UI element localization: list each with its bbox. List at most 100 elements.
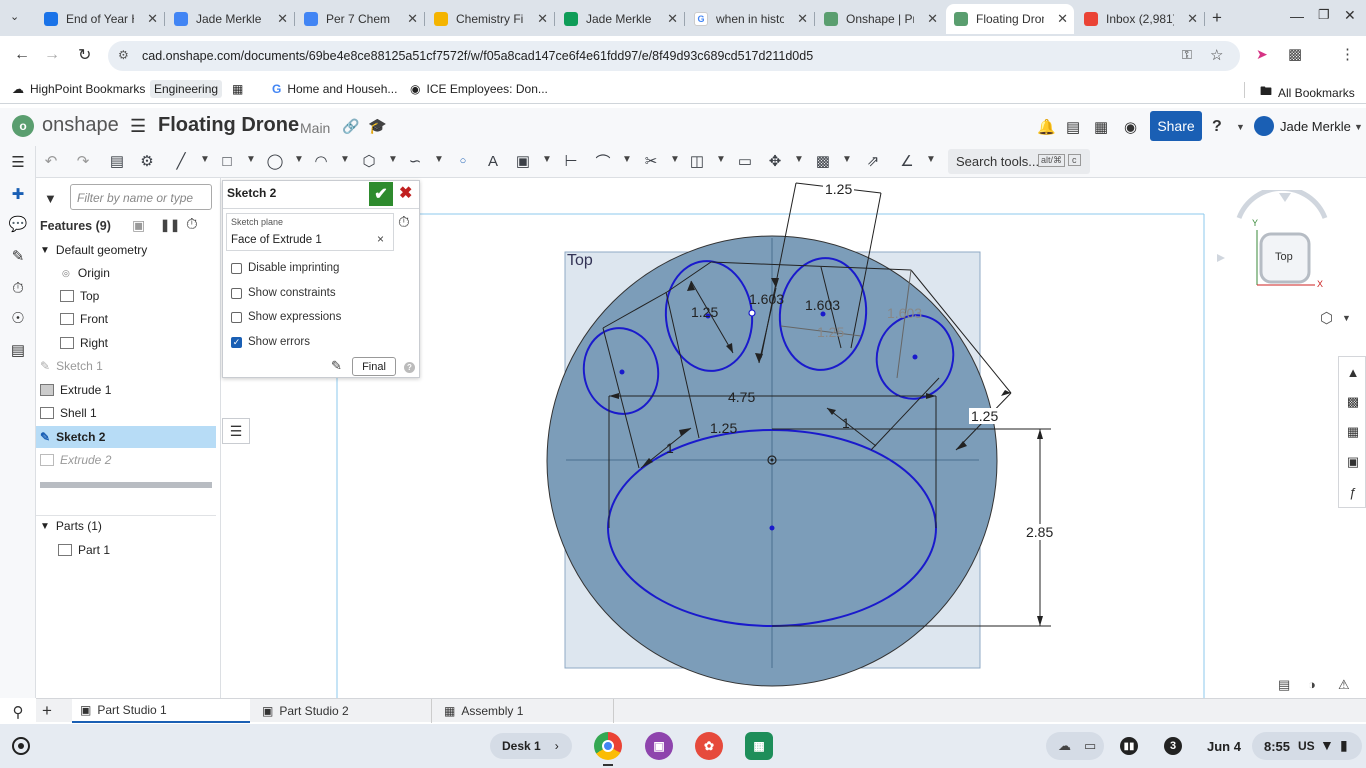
close-tab-icon[interactable]: ✕ — [927, 11, 938, 27]
close-window-icon[interactable]: ✕ — [1344, 7, 1356, 24]
extensions-puzzle-icon[interactable]: ▩ — [1288, 45, 1302, 63]
close-tab-icon[interactable]: ✕ — [407, 11, 418, 27]
feature-origin[interactable]: ◎ Origin — [62, 262, 242, 284]
collapse-chevron-icon[interactable]: ▼ — [40, 245, 50, 256]
dim-label[interactable]: 2.85 — [1024, 524, 1056, 540]
checkbox-box[interactable] — [231, 287, 242, 299]
offset-tool-icon[interactable]: ◫ — [686, 150, 708, 172]
classroom-app-icon[interactable]: ▦ — [745, 732, 773, 760]
tab-part-studio-1[interactable]: ▣ Part Studio 1 — [72, 699, 250, 723]
close-tab-icon[interactable]: ✕ — [537, 11, 548, 27]
onshape-logo-icon[interactable]: o — [12, 115, 34, 137]
constraint-dropdown-icon[interactable]: ▼ — [926, 154, 936, 165]
arc-tool-icon[interactable]: ◠ — [310, 150, 332, 172]
user-avatar-icon[interactable] — [1254, 116, 1274, 136]
arc-dropdown-icon[interactable]: ▼ — [340, 154, 350, 165]
copy-sketch-icon[interactable]: ▤ — [106, 150, 128, 172]
insert-icon[interactable]: ✚ — [8, 184, 28, 204]
tab-search-chevron-icon[interactable]: ⌄ — [10, 10, 19, 23]
dimension-tool-icon[interactable]: ⊢ — [560, 150, 582, 172]
undo-icon[interactable]: ↶ — [40, 150, 62, 172]
browser-tab[interactable]: Chemistry Fin ✕ — [426, 4, 554, 34]
launcher-button[interactable] — [12, 737, 30, 755]
feature-list-icon[interactable]: ☰ — [8, 152, 28, 172]
feature-shell-1[interactable]: Shell 1 — [40, 402, 220, 424]
address-bar[interactable]: ⚙ cad.onshape.com/documents/69be4e8ce881… — [108, 41, 1240, 71]
restore-icon[interactable]: ❐ — [1318, 7, 1330, 23]
fillet-dropdown-icon[interactable]: ▼ — [622, 154, 632, 165]
polygon-tool-icon[interactable]: ⬡ — [358, 150, 380, 172]
show-expressions-checkbox[interactable]: Show expressions — [231, 311, 341, 323]
checkbox-box[interactable] — [231, 262, 242, 274]
comments-icon[interactable]: 💬 — [8, 214, 28, 234]
checkbox-box-checked[interactable]: ✓ — [231, 336, 242, 348]
browser-tab[interactable]: Gwhen in histo ✕ — [686, 4, 814, 34]
final-button[interactable]: Final — [352, 357, 396, 376]
browser-tab[interactable]: Inbox (2,981) ✕ — [1076, 4, 1204, 34]
feature-default-geometry[interactable]: ▼ Default geometry — [40, 239, 220, 261]
bom-icon[interactable]: ▤ — [8, 340, 28, 360]
browser-tab[interactable]: End of Year H ✕ — [36, 4, 164, 34]
password-key-icon[interactable]: ⚿ — [1182, 47, 1192, 63]
bookmark-ice[interactable]: ◉ ICE Employees: Don... — [410, 82, 548, 96]
dim-label[interactable]: 1.25 — [710, 420, 737, 436]
new-tab-button[interactable]: + — [1212, 8, 1222, 28]
add-folder-icon[interactable]: ▣ — [132, 217, 145, 234]
notifications-bell-icon[interactable]: 🔔 — [1037, 118, 1056, 136]
branch-name[interactable]: Main — [300, 120, 330, 136]
section-view-icon[interactable]: ▤ — [1278, 677, 1290, 693]
reload-icon[interactable]: ↻ — [78, 45, 91, 65]
polygon-dropdown-icon[interactable]: ▼ — [388, 154, 398, 165]
transform-dropdown-icon[interactable]: ▼ — [794, 154, 804, 165]
user-menu-chevron-icon[interactable]: ▼ — [1354, 122, 1363, 132]
learning-center-icon[interactable]: ◉ — [1124, 118, 1137, 136]
browser-tab[interactable]: Jade Merkle - ✕ — [166, 4, 294, 34]
dim-label[interactable]: 1.603 — [805, 297, 840, 313]
spline-dropdown-icon[interactable]: ▼ — [434, 154, 444, 165]
mass-properties-icon[interactable]: ▩ — [1344, 393, 1362, 411]
hamburger-menu-icon[interactable]: ☰ — [130, 116, 146, 137]
date-display[interactable]: Jun 4 — [1207, 739, 1241, 754]
bookmark-engineering[interactable]: Engineering — [150, 80, 223, 98]
chrome-app-icon[interactable] — [594, 732, 622, 760]
measure-tool-icon[interactable]: ⚠ — [1338, 677, 1350, 693]
transform-tool-icon[interactable]: ✥ — [764, 150, 786, 172]
text-tool-icon[interactable]: A — [482, 150, 504, 172]
add-tab-icon[interactable]: + — [42, 701, 52, 721]
browser-tab[interactable]: Floating Dron ✕ — [946, 4, 1074, 34]
chrome-menu-icon[interactable]: ⋮ — [1340, 45, 1355, 63]
canvas-app-icon[interactable]: ✿ — [695, 732, 723, 760]
fillet-tool-icon[interactable]: ⌒ — [592, 150, 614, 172]
sketch-plane-field[interactable]: Sketch plane Face of Extrude 1 × — [226, 213, 394, 251]
url-text[interactable]: cad.onshape.com/documents/69be4e8ce88125… — [142, 49, 813, 63]
minimize-icon[interactable]: — — [1290, 8, 1304, 24]
feature-list-toggle-icon[interactable]: ☰ — [222, 418, 250, 444]
education-cap-icon[interactable]: 🎓 — [368, 117, 387, 135]
construction-tool-icon[interactable]: ▣ — [512, 150, 534, 172]
accept-check-button[interactable]: ✔ — [369, 182, 393, 206]
checkbox-box[interactable] — [231, 311, 242, 323]
sketch-inference-icon[interactable]: ✎ — [331, 358, 342, 374]
regen-timer-icon[interactable]: ⏱ — [186, 216, 198, 233]
disable-imprinting-checkbox[interactable]: Disable imprinting — [231, 262, 339, 274]
browser-tab[interactable]: Jade Merkle | ✕ — [556, 4, 684, 34]
help-question-icon[interactable]: ? — [404, 362, 415, 373]
cancel-x-button[interactable]: ✖ — [399, 183, 412, 203]
close-tab-icon[interactable]: ✕ — [1187, 11, 1198, 27]
spline-tool-icon[interactable]: ∽ — [404, 150, 426, 172]
bookmark-highpoint[interactable]: ☁ HighPoint Bookmarks — [12, 82, 145, 96]
rectangle-dropdown-icon[interactable]: ▼ — [246, 154, 256, 165]
close-tab-icon[interactable]: ✕ — [1057, 11, 1068, 27]
variables-icon[interactable]: ▣ — [1344, 453, 1362, 471]
dim-label[interactable]: 1.25 — [691, 304, 718, 320]
feature-right-plane[interactable]: Right — [60, 332, 240, 354]
browser-tab[interactable]: Onshape | Pr ✕ — [816, 4, 944, 34]
configurations-icon[interactable]: ▦ — [1344, 423, 1362, 441]
show-constraints-checkbox[interactable]: Show constraints — [231, 287, 336, 299]
history-icon[interactable]: ⏱ — [8, 278, 28, 298]
render-mode-icon[interactable]: ◑ — [1308, 677, 1316, 692]
dim-label[interactable]: 1 — [842, 415, 850, 431]
pattern-tool-icon[interactable]: ▩ — [812, 150, 834, 172]
sketch-history-icon[interactable]: ⏱ — [398, 214, 410, 231]
rollback-bar[interactable] — [40, 482, 212, 488]
